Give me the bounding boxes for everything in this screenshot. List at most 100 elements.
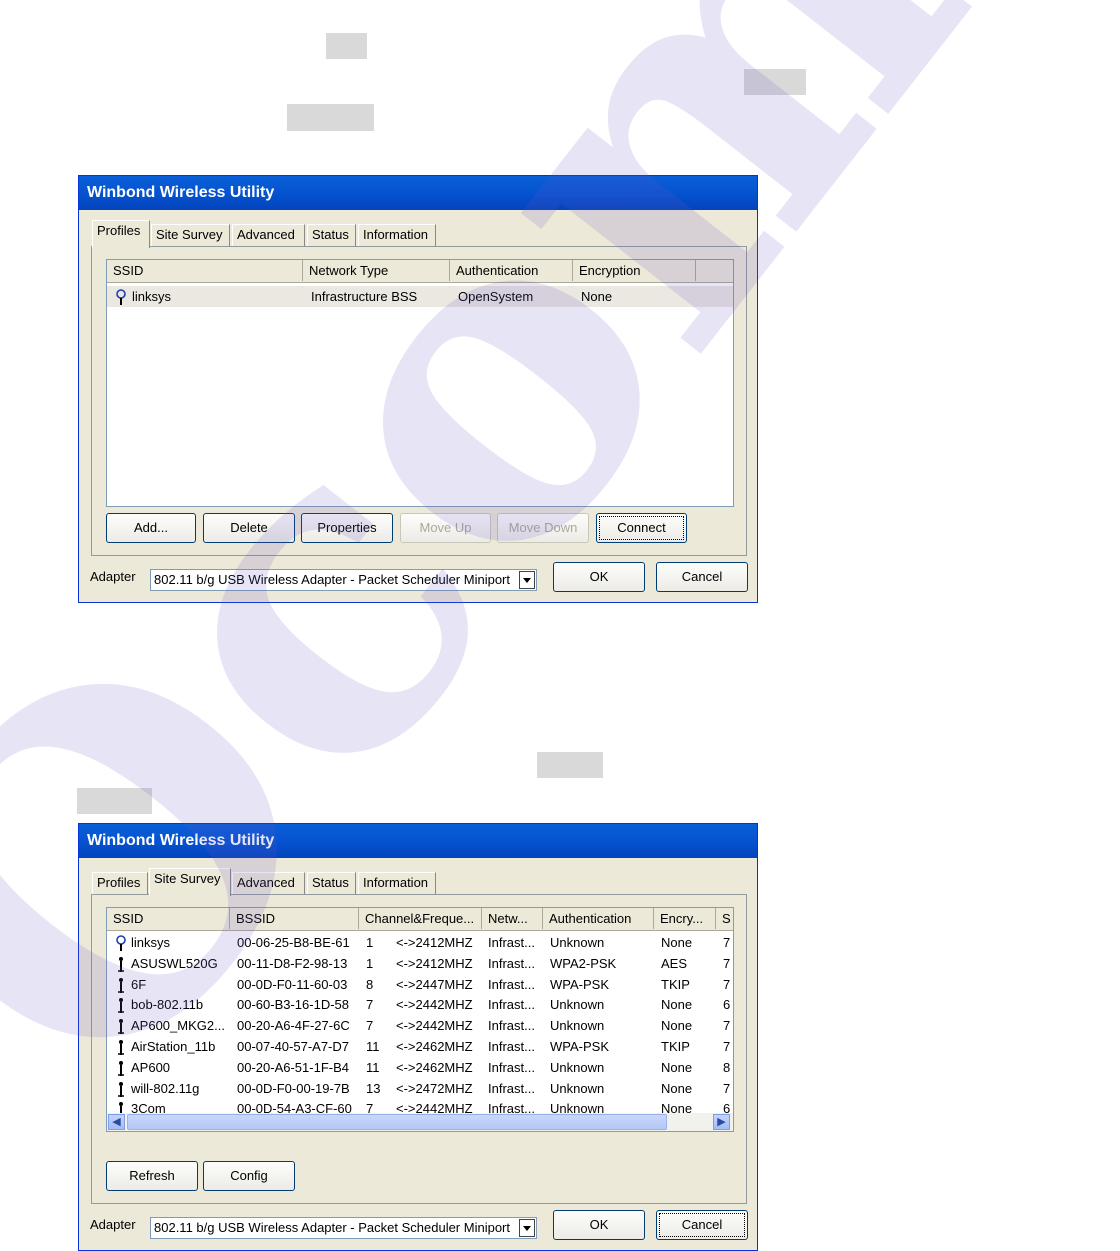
adapter-select[interactable]: 802.11 b/g USB Wireless Adapter - Packet… [150, 569, 537, 591]
access-point-icon [118, 1060, 124, 1076]
tab-profiles[interactable]: Profiles [92, 872, 148, 894]
tab-status[interactable]: Status [307, 872, 356, 894]
list-header: SSID Network Type Authentication Encrypt… [107, 260, 733, 283]
table-row[interactable]: linksys 00-06-25-B8-BE-61 1 <->2412MHZ Infra… [107, 932, 733, 953]
column-header-encryption[interactable]: Encry... [654, 908, 716, 929]
chevron-down-icon[interactable] [519, 1219, 535, 1237]
table-row[interactable]: linksys Infrastructure BSS OpenSystem No… [107, 286, 733, 307]
cell-authentication: WPA-PSK [550, 976, 609, 992]
cell-network: Infrast... [488, 1080, 535, 1096]
refresh-button[interactable]: Refresh [106, 1161, 198, 1191]
access-point-icon [118, 1081, 124, 1097]
chevron-down-icon[interactable] [519, 571, 535, 589]
tab-site-survey[interactable]: Site Survey [149, 868, 231, 896]
column-header-encryption[interactable]: Encryption [573, 260, 696, 281]
table-row[interactable]: AP600_MKG2... 00-20-A6-4F-27-6C 7 <->2442MH… [107, 1015, 733, 1036]
tab-status[interactable]: Status [307, 224, 356, 246]
scroll-right-icon[interactable]: ▶ [713, 1114, 730, 1130]
cell-bssid: 00-07-40-57-A7-D7 [237, 1039, 350, 1054]
tab-profiles[interactable]: Profiles [92, 220, 150, 248]
tab-information[interactable]: Information [358, 224, 436, 246]
scroll-thumb[interactable] [127, 1114, 667, 1130]
cell-frequency: <->2412MHZ [396, 935, 473, 950]
column-header-empty [696, 260, 733, 281]
cancel-button[interactable]: Cancel [656, 1210, 748, 1240]
cell-ssid: linksys [132, 289, 172, 304]
cell-encryption: None [661, 1080, 693, 1096]
config-button[interactable]: Config [203, 1161, 295, 1191]
access-point-icon [118, 1019, 124, 1035]
move-up-button[interactable]: Move Up [400, 513, 491, 543]
cell-bssid: 00-11-D8-F2-98-13 [237, 955, 348, 971]
cell-ssid: bob-802.11b [131, 997, 204, 1013]
cell-ssid: AirStation_11b [131, 1039, 216, 1054]
window-title: Winbond Wireless Utility [79, 176, 757, 210]
tab-advanced[interactable]: Advanced [232, 224, 305, 246]
cell-network: Infrast... [488, 935, 535, 950]
add-button[interactable]: Add... [106, 513, 196, 543]
tab-site-survey[interactable]: Site Survey [151, 224, 230, 246]
horizontal-scrollbar[interactable]: ◀ ▶ [107, 1113, 733, 1131]
connect-button[interactable]: Connect [596, 513, 687, 543]
cell-network: Infrast... [488, 955, 535, 971]
cell-channel: 1 [366, 935, 374, 950]
cell-bssid: 00-20-A6-51-1F-B4 [237, 1059, 349, 1075]
column-header-channel[interactable]: Channel&Freque... [359, 908, 482, 929]
cell-ssid: AP600_MKG2... [131, 1018, 225, 1034]
cell-signal: 7 [723, 1039, 731, 1054]
ok-button[interactable]: OK [553, 562, 645, 592]
table-row[interactable]: bob-802.11b 00-60-B3-16-1D-58 7 <->2442MHZ I… [107, 994, 733, 1015]
cell-channel: 8 [366, 976, 374, 992]
cell-encryption: None [581, 289, 613, 304]
cell-bssid: 00-60-B3-16-1D-58 [237, 997, 350, 1013]
access-point-icon [118, 1040, 124, 1055]
cell-bssid: 00-06-25-B8-BE-61 [237, 935, 350, 950]
column-header-bssid[interactable]: BSSID [230, 908, 359, 929]
wireless-utility-window-site-survey: Winbond Wireless Utility Profiles Site S… [78, 823, 758, 1251]
cell-frequency: <->2462MHZ [396, 1039, 473, 1054]
column-header-ssid[interactable]: SSID [107, 908, 230, 929]
column-header-signal[interactable]: S [716, 908, 733, 929]
cell-channel: 7 [366, 997, 374, 1013]
tab-information[interactable]: Information [358, 872, 436, 894]
cancel-button[interactable]: Cancel [656, 562, 748, 592]
column-header-network-type[interactable]: Network Type [303, 260, 450, 281]
cell-authentication: WPA-PSK [550, 1039, 609, 1054]
cell-channel: 1 [366, 955, 374, 971]
adapter-select[interactable]: 802.11 b/g USB Wireless Adapter - Packet… [150, 1217, 537, 1239]
column-header-authentication[interactable]: Authentication [543, 908, 654, 929]
table-row[interactable]: 6F 00-0D-F0-11-60-03 8 <->2447MHZ Infrast...… [107, 974, 733, 995]
table-row[interactable]: AP600 00-20-A6-51-1F-B4 11 <->2462MHZ Infras… [107, 1057, 733, 1078]
cell-encryption: AES [661, 955, 688, 971]
cell-authentication: Unknown [550, 935, 605, 950]
move-down-button[interactable]: Move Down [497, 513, 589, 543]
cell-encryption: None [661, 997, 693, 1013]
profiles-list[interactable]: SSID Network Type Authentication Encrypt… [106, 259, 734, 507]
delete-button[interactable]: Delete [203, 513, 295, 543]
properties-button[interactable]: Properties [301, 513, 393, 543]
cell-frequency: <->2442MHZ [396, 997, 473, 1013]
cell-authentication: WPA2-PSK [550, 955, 617, 971]
column-header-network[interactable]: Netw... [482, 908, 543, 929]
table-row[interactable]: AirStation_11b 00-07-40-57-A7-D7 11 <->2462… [107, 1036, 733, 1057]
tab-advanced[interactable]: Advanced [232, 872, 305, 894]
cell-signal: 8 [723, 1059, 731, 1075]
cell-signal: 7 [723, 976, 731, 992]
cell-bssid: 00-20-A6-4F-27-6C [237, 1018, 350, 1034]
ok-button[interactable]: OK [553, 1210, 645, 1240]
access-point-icon [118, 977, 124, 993]
cell-channel: 7 [366, 1018, 374, 1034]
window-title: Winbond Wireless Utility [79, 824, 757, 858]
cell-channel: 11 [366, 1059, 380, 1075]
cell-encryption: None [661, 935, 693, 950]
site-survey-list[interactable]: SSID BSSID Channel&Freque... Netw... Aut… [106, 907, 734, 1132]
scroll-left-icon[interactable]: ◀ [108, 1114, 125, 1130]
column-header-authentication[interactable]: Authentication [450, 260, 573, 281]
cell-ssid: ASUSWL520G [131, 955, 218, 971]
cell-network: Infrast... [488, 976, 535, 992]
column-header-ssid[interactable]: SSID [107, 260, 303, 281]
cell-authentication: OpenSystem [458, 289, 534, 304]
table-row[interactable]: will-802.11g 00-0D-F0-00-19-7B 13 <->2472MH… [107, 1078, 733, 1099]
cell-encryption: None [661, 1059, 693, 1075]
table-row[interactable]: ASUSWL520G 00-11-D8-F2-98-13 1 <->2412MHZ In… [107, 953, 733, 974]
